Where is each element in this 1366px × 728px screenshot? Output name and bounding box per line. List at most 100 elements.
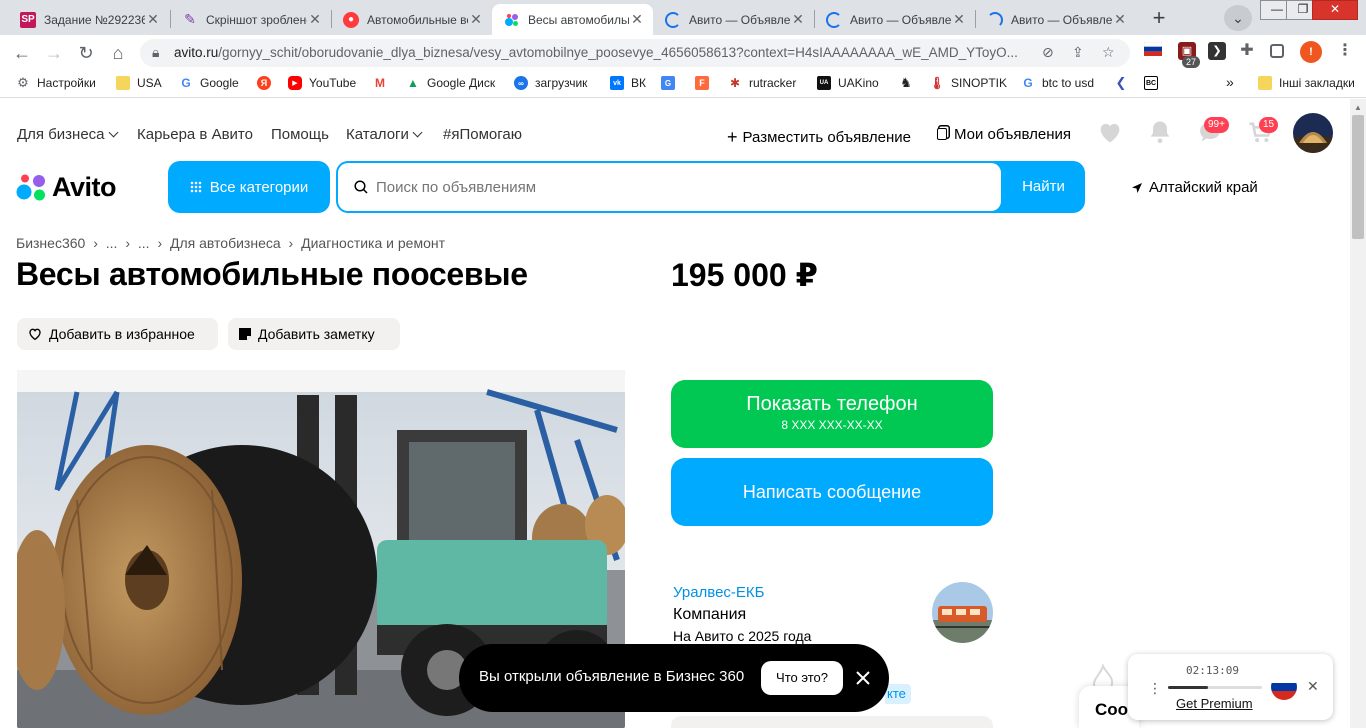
- breadcrumb-link[interactable]: Для автобизнеса: [170, 235, 281, 251]
- russia-flag-icon[interactable]: [1271, 674, 1297, 700]
- bookmarks-overflow-button[interactable]: »: [1226, 74, 1234, 90]
- tab-close-icon[interactable]: ✕: [468, 11, 484, 28]
- search-input[interactable]: [376, 163, 976, 211]
- bookmark-star-icon[interactable]: ☆: [1102, 44, 1115, 61]
- bookmark-item[interactable]: Я: [257, 76, 278, 90]
- url-text[interactable]: avito.ru/gornyy_schit/oborudovanie_dlya_…: [174, 45, 1064, 60]
- nav-help[interactable]: Помощь: [271, 126, 329, 143]
- browser-menu-icon[interactable]: ⋮: [1336, 42, 1354, 60]
- seller-name-link[interactable]: Уралвес-ЕКБ: [673, 584, 765, 601]
- tab-close-icon[interactable]: ✕: [790, 11, 806, 28]
- tab-close-icon[interactable]: ✕: [307, 11, 323, 28]
- forward-arrow-icon[interactable]: →: [40, 39, 68, 67]
- search-field[interactable]: [338, 163, 1001, 211]
- breadcrumb-separator: ›: [157, 235, 163, 251]
- post-ad-button[interactable]: + Разместить объявление: [727, 126, 911, 147]
- back-arrow-icon[interactable]: ←: [8, 39, 36, 67]
- nav-ya-pomogayu[interactable]: #яПомогаю: [443, 126, 522, 143]
- browser-tab[interactable]: ● Автомобильные весы ✕: [331, 4, 492, 35]
- tab-title: Авито — Объявления: [689, 12, 790, 27]
- lock-icon[interactable]: 🔒︎: [152, 44, 159, 61]
- add-note-button[interactable]: Добавить заметку: [228, 318, 400, 350]
- browser-tab[interactable]: Авито — Объявления ✕: [653, 4, 814, 35]
- home-icon[interactable]: ⌂: [104, 39, 132, 67]
- notifications-bell-icon[interactable]: [1146, 118, 1176, 148]
- bookmark-item[interactable]: BC: [1144, 76, 1165, 90]
- feather-favicon-icon: ✎: [184, 11, 196, 27]
- arrow-extension-icon[interactable]: ❯: [1208, 42, 1226, 60]
- nav-catalogs[interactable]: Каталоги: [346, 126, 423, 143]
- search-submit-button[interactable]: Найти: [1002, 161, 1085, 213]
- thermometer-icon: 🌡︎: [929, 76, 945, 90]
- scrollbar-thumb[interactable]: [1352, 115, 1364, 239]
- tab-close-icon[interactable]: ✕: [951, 11, 967, 28]
- new-tab-button[interactable]: +: [1146, 6, 1172, 32]
- puzzle-extensions-icon[interactable]: ✚: [1238, 42, 1256, 60]
- bookmark-item[interactable]: ✱ rutracker: [728, 76, 796, 90]
- browser-tab[interactable]: Авито — Объявления ✕: [975, 4, 1136, 35]
- what-is-this-button[interactable]: Что это?: [761, 661, 843, 695]
- favorites-heart-icon[interactable]: [1096, 118, 1126, 148]
- get-premium-link[interactable]: Get Premium: [1176, 696, 1253, 711]
- breadcrumb-link[interactable]: ...: [106, 235, 118, 251]
- listing-price: 195 000 ₽: [671, 257, 818, 293]
- bookmark-item[interactable]: ❮: [1114, 75, 1135, 90]
- tab-close-icon[interactable]: ✕: [1112, 11, 1128, 28]
- bookmark-item[interactable]: vk ВК: [610, 76, 646, 90]
- share-icon[interactable]: ⇪: [1072, 44, 1084, 61]
- write-message-button[interactable]: Написать сообщение: [671, 458, 993, 526]
- bookmark-item[interactable]: M: [373, 76, 394, 90]
- more-vertical-icon[interactable]: ⋮: [1148, 680, 1162, 697]
- bookmark-item[interactable]: UA UAKino: [817, 76, 879, 90]
- all-categories-button[interactable]: Все категории: [168, 161, 330, 213]
- bookmark-item[interactable]: ⚙ Настройки: [16, 75, 96, 90]
- tab-search-chevron-icon[interactable]: ⌄: [1224, 5, 1252, 31]
- russia-flag-extension-icon[interactable]: [1143, 41, 1163, 60]
- nav-career[interactable]: Карьера в Авито: [137, 126, 253, 143]
- browser-tab[interactable]: SP Задание №292236 ✕: [8, 4, 169, 35]
- add-to-favorites-button[interactable]: Добавить в избранное: [17, 318, 218, 350]
- user-avatar[interactable]: [1293, 113, 1333, 153]
- seller-avatar[interactable]: [932, 582, 993, 643]
- bookmark-item[interactable]: ▲ Google Диск: [406, 76, 495, 90]
- address-bar[interactable]: 🔒︎ avito.ru/gornyy_schit/oborudovanie_dl…: [140, 39, 1130, 67]
- tab-close-icon[interactable]: ✕: [145, 11, 161, 28]
- close-icon[interactable]: ✕: [1307, 678, 1319, 695]
- breadcrumb-link[interactable]: Бизнес360: [16, 235, 85, 251]
- breadcrumb-link[interactable]: Диагностика и ремонт: [301, 235, 445, 251]
- close-icon[interactable]: [853, 668, 873, 688]
- bookmark-item[interactable]: ♞: [899, 75, 920, 90]
- show-phone-button[interactable]: Показать телефон 8 XXX XXX-XX-XX: [671, 380, 993, 448]
- browser-tab[interactable]: ✎ Скріншот зроблено ✕: [170, 4, 331, 35]
- nav-for-business[interactable]: Для бизнеса: [17, 126, 118, 143]
- my-ads-link[interactable]: Мои объявления: [937, 126, 1071, 143]
- browser-tab[interactable]: Авито — Объявления ✕: [814, 4, 975, 35]
- vk-icon: vk: [610, 76, 624, 90]
- bookmark-item[interactable]: G: [661, 76, 682, 90]
- recording-timer: 02:13:09: [1186, 664, 1239, 677]
- partial-button[interactable]: [671, 716, 993, 728]
- breadcrumb-link[interactable]: ...: [138, 235, 150, 251]
- browser-tab-active[interactable]: Весы автомобильные ✕: [492, 4, 653, 35]
- bookmark-item[interactable]: G Google: [179, 76, 238, 90]
- profile-avatar[interactable]: !: [1300, 41, 1322, 63]
- side-panel-icon[interactable]: [1270, 44, 1284, 58]
- bookmark-item[interactable]: F: [695, 76, 716, 90]
- reload-icon[interactable]: ↻: [72, 39, 100, 67]
- bookmark-folder[interactable]: USA: [116, 76, 162, 90]
- tab-title: Скріншот зроблено: [206, 12, 307, 27]
- bookmark-item[interactable]: 🌡︎ SINOPTIK: [929, 76, 1007, 90]
- business360-toast: Вы открыли объявление в Бизнес 360 Что э…: [459, 644, 889, 712]
- bookmark-item[interactable]: ∞ загрузчик: [514, 76, 587, 90]
- window-close-button[interactable]: ✕: [1312, 0, 1358, 20]
- page-scrollbar[interactable]: ▲: [1350, 99, 1366, 728]
- scroll-up-arrow-icon[interactable]: ▲: [1354, 103, 1362, 112]
- region-selector[interactable]: Алтайский край: [1131, 179, 1258, 196]
- avito-logo[interactable]: Avito: [16, 172, 117, 203]
- bookmarks-bar: ⚙ Настройки USA G Google Я ▶ YouTube M ▲ Goo…: [0, 71, 1366, 98]
- bookmark-item[interactable]: Gbtc to usd: [1021, 76, 1094, 90]
- blocked-icon[interactable]: ⊘: [1042, 44, 1054, 61]
- bookmark-item[interactable]: ▶ YouTube: [288, 76, 356, 90]
- tab-close-icon[interactable]: ✕: [629, 11, 645, 28]
- other-bookmarks-folder[interactable]: Інші закладки: [1258, 76, 1355, 90]
